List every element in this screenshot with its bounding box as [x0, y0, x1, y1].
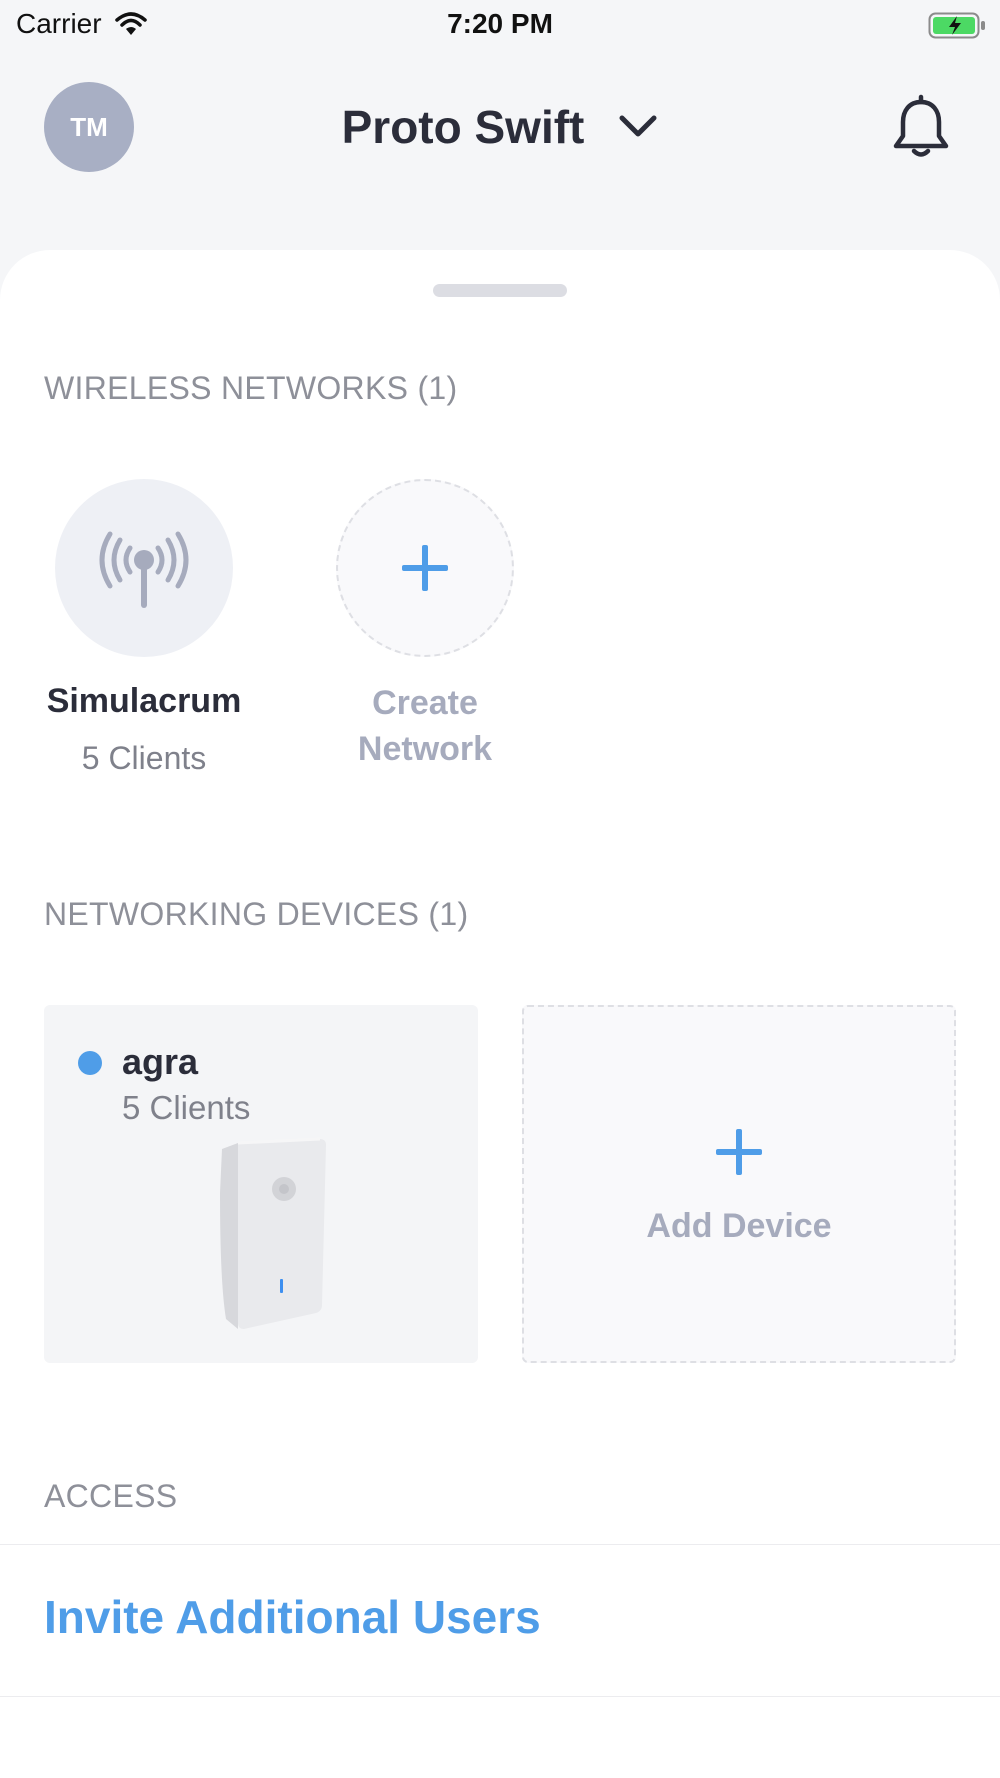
- add-device-button[interactable]: Add Device: [522, 1005, 956, 1363]
- chevron-down-icon[interactable]: [618, 112, 658, 142]
- create-network-line2: Network: [357, 730, 493, 768]
- create-network-line1: Create: [372, 684, 478, 722]
- access-header: ACCESS: [44, 1478, 178, 1514]
- network-clients: 5 Clients: [81, 740, 207, 776]
- plus-icon: [716, 1129, 762, 1175]
- network-name: Simulacrum: [46, 682, 242, 720]
- page-title[interactable]: Proto Swift: [342, 100, 585, 154]
- battery-icon: [928, 12, 985, 39]
- network-tile-simulacrum[interactable]: [55, 479, 233, 657]
- bottom-sheet: WIRELESS NETWORKS (1) Simulacrum 5 Clien…: [0, 250, 1000, 1778]
- status-indicator: [78, 1051, 102, 1075]
- antenna-icon: [99, 531, 189, 608]
- access-point-image: [220, 1137, 326, 1329]
- device-clients: 5 Clients: [122, 1089, 251, 1126]
- device-name: agra: [122, 1041, 199, 1082]
- create-network-label[interactable]: Create Network: [295, 680, 555, 772]
- add-device-label: Add Device: [646, 1207, 832, 1245]
- wireless-networks-header: WIRELESS NETWORKS (1): [44, 370, 458, 406]
- plus-icon: [402, 545, 448, 591]
- network-selector[interactable]: Proto Swift: [0, 100, 1000, 154]
- header: TM Proto Swift: [0, 60, 1000, 200]
- networking-devices-header: NETWORKING DEVICES (1): [44, 896, 469, 932]
- device-card-agra[interactable]: agra 5 Clients: [44, 1005, 478, 1363]
- status-bar: Carrier 7:20 PM: [0, 0, 1000, 50]
- sheet-grabber-handle[interactable]: [433, 284, 567, 297]
- divider: [0, 1696, 1000, 1697]
- invite-users-link[interactable]: Invite Additional Users: [44, 1590, 541, 1644]
- clock: 7:20 PM: [447, 8, 553, 39]
- divider: [0, 1544, 1000, 1545]
- create-network-button[interactable]: [336, 479, 514, 657]
- bell-icon[interactable]: [890, 94, 952, 160]
